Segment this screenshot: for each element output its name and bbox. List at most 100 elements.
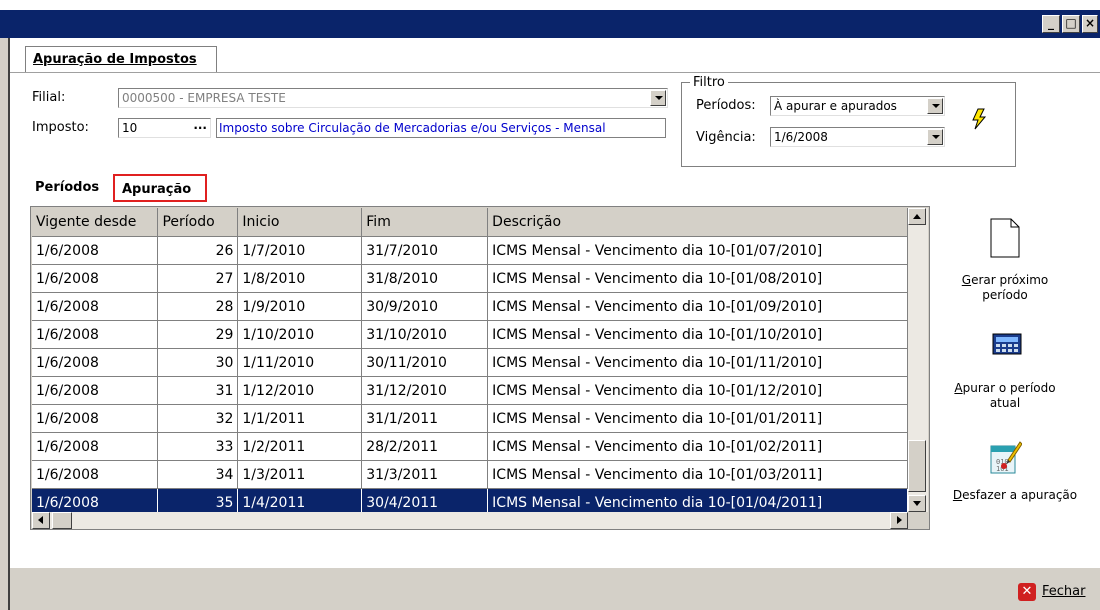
cell-fim[interactable]: 31/12/2010 <box>361 376 489 405</box>
tab-apuracao[interactable]: Apuração <box>113 174 207 202</box>
cell-descricao[interactable]: ICMS Mensal - Vencimento dia 10-[01/10/2… <box>487 320 908 349</box>
grid-body: Vigente desde Período Inicio Fim Descriç… <box>32 208 908 517</box>
cell-fim[interactable]: 31/7/2010 <box>361 236 489 265</box>
undo-calculation-icon[interactable]: 010 101 <box>990 440 1023 474</box>
imposto-lookup-button[interactable]: ··· <box>193 119 207 137</box>
periodos-select[interactable]: À apurar e apurados <box>770 96 945 116</box>
cell-vigente-desde[interactable]: 1/6/2008 <box>32 376 159 405</box>
periodos-dropdown-button[interactable] <box>927 98 943 114</box>
table-row[interactable]: 1/6/2008 34 1/3/2011 31/3/2011 ICMS Mensal -… <box>32 460 908 489</box>
calculator-icon[interactable] <box>992 333 1022 355</box>
vigencia-dropdown-button[interactable] <box>927 129 943 145</box>
cell-inicio[interactable]: 1/2/2011 <box>237 432 363 461</box>
minimize-button[interactable]: _ <box>1042 15 1060 33</box>
vigencia-select[interactable]: 1/6/2008 <box>770 127 945 147</box>
periodos-value: À apurar e apurados <box>774 99 897 113</box>
cell-periodo[interactable]: 34 <box>157 460 239 489</box>
grid-header-row: Vigente desde Período Inicio Fim Descriç… <box>32 208 908 237</box>
cell-fim[interactable]: 31/10/2010 <box>361 320 489 349</box>
desfazer-label: Desfazer a apuração <box>952 488 1078 502</box>
table-row[interactable]: 1/6/2008 28 1/9/2010 30/9/2010 ICMS Mensal -… <box>32 292 908 321</box>
cell-periodo[interactable]: 31 <box>157 376 239 405</box>
col-header-inicio[interactable]: Inicio <box>237 208 363 237</box>
col-header-fim[interactable]: Fim <box>361 208 489 237</box>
cell-descricao[interactable]: ICMS Mensal - Vencimento dia 10-[01/08/2… <box>487 264 908 293</box>
maximize-button[interactable]: □ <box>1062 15 1080 33</box>
vigencia-label: Vigência: <box>696 130 756 145</box>
grid-horizontal-scrollbar[interactable] <box>32 512 908 529</box>
cell-inicio[interactable]: 1/7/2010 <box>237 236 363 265</box>
close-window-button[interactable]: × <box>1082 15 1098 33</box>
gerar-proximo-periodo-button[interactable]: Gerar próximo período <box>945 273 1065 303</box>
cell-periodo[interactable]: 28 <box>157 292 239 321</box>
cell-vigente-desde[interactable]: 1/6/2008 <box>32 320 159 349</box>
cell-vigente-desde[interactable]: 1/6/2008 <box>32 404 159 433</box>
table-row[interactable]: 1/6/2008 27 1/8/2010 31/8/2010 ICMS Mensal -… <box>32 264 908 293</box>
cell-periodo[interactable]: 27 <box>157 264 239 293</box>
cell-fim[interactable]: 31/1/2011 <box>361 404 489 433</box>
cell-inicio[interactable]: 1/10/2010 <box>237 320 363 349</box>
vertical-scroll-thumb[interactable] <box>908 440 926 492</box>
table-row[interactable]: 1/6/2008 30 1/11/2010 30/11/2010 ICMS Mensal… <box>32 348 908 377</box>
imposto-code-value: 10 <box>122 121 138 135</box>
cell-vigente-desde[interactable]: 1/6/2008 <box>32 460 159 489</box>
cell-periodo[interactable]: 33 <box>157 432 239 461</box>
cell-periodo[interactable]: 29 <box>157 320 239 349</box>
scroll-up-button[interactable] <box>908 208 926 225</box>
apurar-periodo-atual-button[interactable]: Apurar o período atual <box>945 381 1065 411</box>
gerar-label-line1: Gerar próximo <box>961 273 1049 287</box>
cell-vigente-desde[interactable]: 1/6/2008 <box>32 432 159 461</box>
cell-periodo[interactable]: 32 <box>157 404 239 433</box>
cell-descricao[interactable]: ICMS Mensal - Vencimento dia 10-[01/02/2… <box>487 432 908 461</box>
cell-fim[interactable]: 28/2/2011 <box>361 432 489 461</box>
cell-inicio[interactable]: 1/12/2010 <box>237 376 363 405</box>
table-row[interactable]: 1/6/2008 32 1/1/2011 31/1/2011 ICMS Mensal -… <box>32 404 908 433</box>
tab-apuracao-de-impostos[interactable]: Apuração de Impostos <box>25 46 217 72</box>
cell-vigente-desde[interactable]: 1/6/2008 <box>32 348 159 377</box>
col-header-vigente-desde[interactable]: Vigente desde <box>32 208 159 237</box>
horizontal-scroll-thumb[interactable] <box>52 512 72 529</box>
cell-inicio[interactable]: 1/3/2011 <box>237 460 363 489</box>
new-document-icon[interactable] <box>990 218 1020 258</box>
cell-periodo[interactable]: 30 <box>157 348 239 377</box>
col-header-periodo[interactable]: Período <box>157 208 239 237</box>
filial-dropdown-button[interactable] <box>650 90 666 106</box>
table-row[interactable]: 1/6/2008 33 1/2/2011 28/2/2011 ICMS Mensal -… <box>32 432 908 461</box>
cell-fim[interactable]: 31/8/2010 <box>361 264 489 293</box>
scroll-left-button[interactable] <box>32 512 50 529</box>
filial-select[interactable]: 0000500 - EMPRESA TESTE <box>118 88 668 108</box>
desfazer-apuracao-button[interactable]: Desfazer a apuração <box>940 488 1090 503</box>
cell-fim[interactable]: 30/11/2010 <box>361 348 489 377</box>
cell-descricao[interactable]: ICMS Mensal - Vencimento dia 10-[01/11/2… <box>487 348 908 377</box>
fechar-label: Fechar <box>1042 584 1086 599</box>
col-header-descricao[interactable]: Descrição <box>487 208 908 237</box>
cell-vigente-desde[interactable]: 1/6/2008 <box>32 264 159 293</box>
fechar-button[interactable]: ✕ Fechar <box>1018 581 1098 603</box>
table-row[interactable]: 1/6/2008 31 1/12/2010 31/12/2010 ICMS Mensal… <box>32 376 908 405</box>
cell-inicio[interactable]: 1/1/2011 <box>237 404 363 433</box>
cell-inicio[interactable]: 1/9/2010 <box>237 292 363 321</box>
cell-descricao[interactable]: ICMS Mensal - Vencimento dia 10-[01/03/2… <box>487 460 908 489</box>
cell-fim[interactable]: 31/3/2011 <box>361 460 489 489</box>
tab-periodos[interactable]: Períodos <box>28 174 106 202</box>
grid-vertical-scrollbar[interactable] <box>908 208 928 512</box>
cell-periodo[interactable]: 26 <box>157 236 239 265</box>
scroll-down-button[interactable] <box>908 495 926 512</box>
cell-inicio[interactable]: 1/8/2010 <box>237 264 363 293</box>
vigencia-value: 1/6/2008 <box>774 130 828 144</box>
cell-descricao[interactable]: ICMS Mensal - Vencimento dia 10-[01/09/2… <box>487 292 908 321</box>
cell-fim[interactable]: 30/9/2010 <box>361 292 489 321</box>
imposto-code-input[interactable]: 10 ··· <box>118 118 211 138</box>
cell-inicio[interactable]: 1/11/2010 <box>237 348 363 377</box>
cell-vigente-desde[interactable]: 1/6/2008 <box>32 236 159 265</box>
imposto-description: Imposto sobre Circulação de Mercadorias … <box>216 118 666 138</box>
table-row[interactable]: 1/6/2008 26 1/7/2010 31/7/2010 ICMS Mensal -… <box>32 236 908 265</box>
scroll-right-button[interactable] <box>890 512 908 529</box>
cell-descricao[interactable]: ICMS Mensal - Vencimento dia 10-[01/01/2… <box>487 404 908 433</box>
cell-descricao[interactable]: ICMS Mensal - Vencimento dia 10-[01/12/2… <box>487 376 908 405</box>
lightning-icon[interactable] <box>970 108 988 130</box>
cell-vigente-desde[interactable]: 1/6/2008 <box>32 292 159 321</box>
table-row[interactable]: 1/6/2008 29 1/10/2010 31/10/2010 ICMS Mensal… <box>32 320 908 349</box>
close-icon: ✕ <box>1018 583 1036 601</box>
cell-descricao[interactable]: ICMS Mensal - Vencimento dia 10-[01/07/2… <box>487 236 908 265</box>
